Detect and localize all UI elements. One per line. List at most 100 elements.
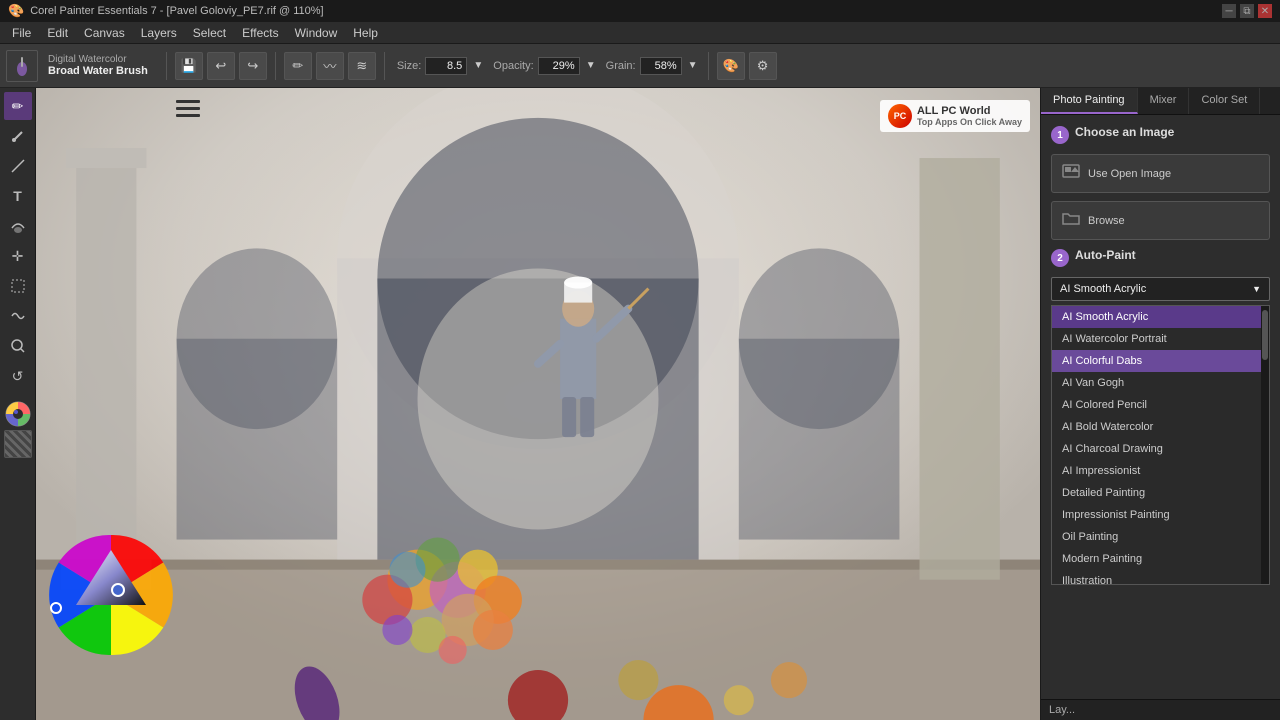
step1-row: 1 Choose an Image [1051, 125, 1270, 144]
grain-dropdown-btn[interactable]: ▼ [686, 52, 700, 80]
left-toolbar: ✏ T ✛ [0, 88, 36, 720]
menu-select[interactable]: Select [185, 24, 234, 42]
dropdown-item-5-label: AI Bold Watercolor [1062, 421, 1153, 433]
menu-layers[interactable]: Layers [133, 24, 185, 42]
blend-icon [10, 218, 26, 234]
dropdown-item-2[interactable]: AI Colorful Dabs [1052, 350, 1269, 372]
menu-effects[interactable]: Effects [234, 24, 286, 42]
color-wheel-icon [46, 530, 176, 660]
grain-input[interactable] [640, 57, 682, 75]
brush-style-button[interactable]: ✏ [284, 52, 312, 80]
magnify-icon [10, 338, 26, 354]
titlebar-left: 🎨 Corel Painter Essentials 7 - [Pavel Go… [8, 3, 324, 19]
transform-tool-btn[interactable]: ✛ [4, 242, 32, 270]
panel-tabs: Photo Painting Mixer Color Set [1041, 88, 1280, 115]
step1-number: 1 [1051, 126, 1069, 144]
color-wheel-container[interactable] [46, 530, 176, 660]
dropper-tool-btn[interactable] [4, 122, 32, 150]
toolbar: Digital Watercolor Broad Water Brush 💾 ↩… [0, 44, 1280, 88]
brush-tool-btn[interactable]: ✏ [4, 92, 32, 120]
dropdown-item-12-label: Illustration [1062, 575, 1112, 585]
restore-button[interactable]: ⧉ [1240, 4, 1254, 18]
dropdown-scrollbar[interactable] [1261, 306, 1269, 584]
dropdown-scrollbar-thumb[interactable] [1262, 310, 1268, 360]
blend-tool-btn[interactable] [4, 212, 32, 240]
use-open-image-button[interactable]: Use Open Image [1051, 154, 1270, 193]
menu-help[interactable]: Help [345, 24, 386, 42]
size-input[interactable] [425, 57, 467, 75]
line-tool-btn[interactable] [4, 152, 32, 180]
redo-button[interactable]: ↪ [239, 52, 267, 80]
dropdown-item-12[interactable]: Illustration [1052, 570, 1269, 585]
dropdown-item-11[interactable]: Modern Painting [1052, 548, 1269, 570]
undo-button[interactable]: ↩ [207, 52, 235, 80]
tab-photo-painting[interactable]: Photo Painting [1041, 88, 1138, 114]
image-icon [1062, 162, 1080, 180]
dropdown-item-1-label: AI Watercolor Portrait [1062, 333, 1167, 345]
step2-title: Auto-Paint [1075, 248, 1136, 262]
opacity-dropdown-btn[interactable]: ▼ [584, 52, 598, 80]
step2-number: 2 [1051, 249, 1069, 267]
browse-button[interactable]: Browse [1051, 201, 1270, 240]
color-picker-btn[interactable]: 🎨 [717, 52, 745, 80]
rotate-tool-btn[interactable]: ↺ [4, 362, 32, 390]
dropdown-item-0[interactable]: AI Smooth Acrylic [1052, 306, 1269, 328]
dropdown-item-7[interactable]: AI Impressionist [1052, 460, 1269, 482]
tab-color-set[interactable]: Color Set [1189, 88, 1260, 114]
main-area: ✏ T ✛ [0, 88, 1280, 720]
dropdown-item-9[interactable]: Impressionist Painting [1052, 504, 1269, 526]
close-button[interactable]: ✕ [1258, 4, 1272, 18]
titlebar: 🎨 Corel Painter Essentials 7 - [Pavel Go… [0, 0, 1280, 22]
dropdown-item-7-label: AI Impressionist [1062, 465, 1140, 477]
app-title: Corel Painter Essentials 7 - [Pavel Golo… [30, 5, 323, 17]
dropdown-item-9-label: Impressionist Painting [1062, 509, 1170, 521]
dropdown-item-4[interactable]: AI Colored Pencil [1052, 394, 1269, 416]
brush-name-label: Broad Water Brush [48, 65, 148, 77]
size-dropdown-btn[interactable]: ▼ [471, 52, 485, 80]
dropdown-item-2-label: AI Colorful Dabs [1062, 355, 1142, 367]
media-btn[interactable]: ⚙ [749, 52, 777, 80]
warp-tool-btn[interactable] [4, 302, 32, 330]
open-image-icon [1062, 162, 1080, 185]
warp-icon [10, 308, 26, 324]
color-picker-circle[interactable] [4, 400, 32, 428]
hamburger-menu-icon[interactable] [176, 100, 200, 123]
line-icon [10, 158, 26, 174]
canvas-area[interactable]: PC ALL PC World Top Apps On Click Away [36, 88, 1040, 720]
dropdown-item-4-label: AI Colored Pencil [1062, 399, 1147, 411]
dropdown-chevron-icon: ▼ [1252, 284, 1261, 294]
text-tool-btn[interactable]: T [4, 182, 32, 210]
dropper-icon [10, 128, 26, 144]
dropdown-item-3[interactable]: AI Van Gogh [1052, 372, 1269, 394]
minimize-button[interactable]: ─ [1222, 4, 1236, 18]
menubar: File Edit Canvas Layers Select Effects W… [0, 22, 1280, 44]
dropdown-item-6[interactable]: AI Charcoal Drawing [1052, 438, 1269, 460]
dropdown-item-8[interactable]: Detailed Painting [1052, 482, 1269, 504]
dropdown-item-5[interactable]: AI Bold Watercolor [1052, 416, 1269, 438]
dropdown-item-3-label: AI Van Gogh [1062, 377, 1124, 389]
dropdown-item-10[interactable]: Oil Painting [1052, 526, 1269, 548]
pattern-swatch-btn[interactable] [4, 430, 32, 458]
brush-alt-button[interactable]: 〰 [316, 52, 344, 80]
hamburger-icon [176, 100, 200, 118]
toolbar-sep-1 [166, 52, 167, 80]
menu-file[interactable]: File [4, 24, 39, 42]
save-button[interactable]: 💾 [175, 52, 203, 80]
tab-mixer[interactable]: Mixer [1138, 88, 1190, 114]
dropdown-item-10-label: Oil Painting [1062, 531, 1118, 543]
brush-smear-button[interactable]: ≋ [348, 52, 376, 80]
dropdown-item-6-label: AI Charcoal Drawing [1062, 443, 1163, 455]
dropdown-item-11-label: Modern Painting [1062, 553, 1142, 565]
menu-edit[interactable]: Edit [39, 24, 76, 42]
titlebar-controls[interactable]: ─ ⧉ ✕ [1222, 4, 1272, 18]
watermark-line2: Top Apps On Click Away [917, 117, 1022, 127]
autopaint-dropdown[interactable]: AI Smooth Acrylic ▼ [1051, 277, 1270, 301]
selection-tool-btn[interactable] [4, 272, 32, 300]
use-open-image-label: Use Open Image [1088, 168, 1171, 180]
menu-canvas[interactable]: Canvas [76, 24, 133, 42]
magnify-tool-btn[interactable] [4, 332, 32, 360]
selection-icon [10, 278, 26, 294]
dropdown-item-1[interactable]: AI Watercolor Portrait [1052, 328, 1269, 350]
opacity-input[interactable] [538, 57, 580, 75]
menu-window[interactable]: Window [287, 24, 346, 42]
